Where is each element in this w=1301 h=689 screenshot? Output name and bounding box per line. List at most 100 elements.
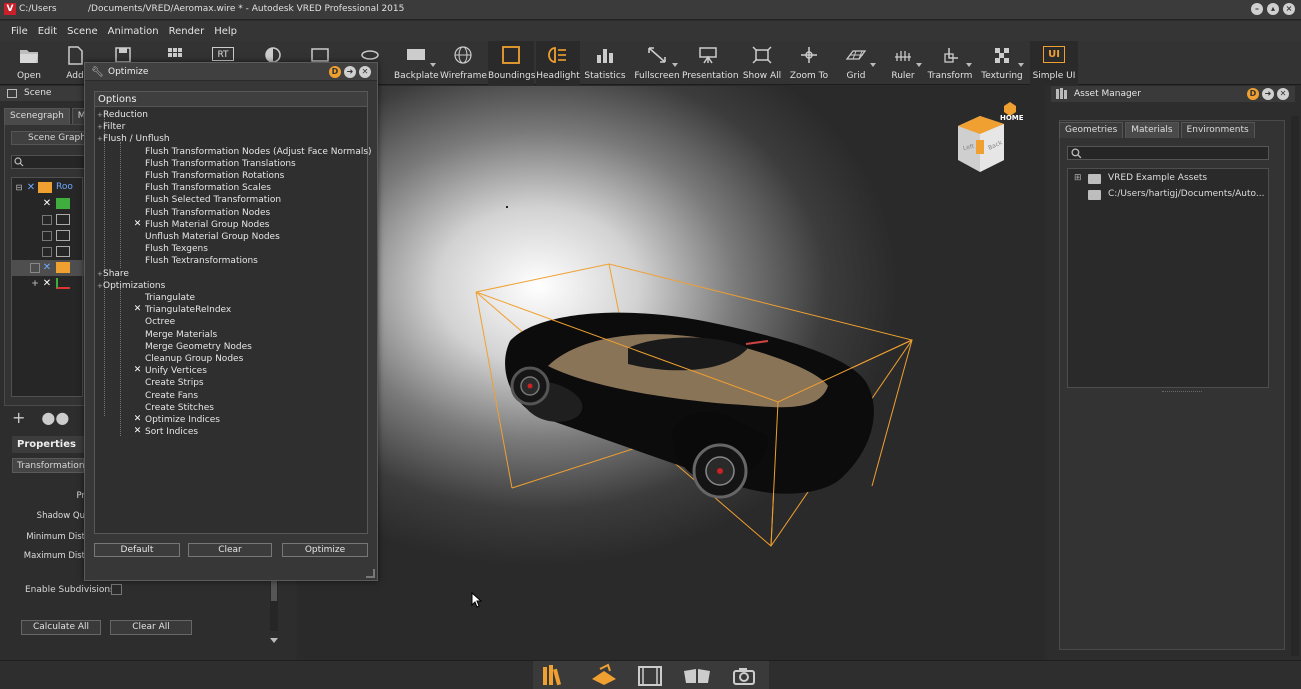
group-share[interactable]: + Share [97,268,129,280]
texturing-button[interactable]: Texturing [978,41,1026,85]
statistics-button[interactable]: Statistics [582,41,628,85]
enable-subdivisions-checkbox[interactable] [111,584,122,595]
menu-file[interactable]: File [6,21,33,41]
expand-icon[interactable]: + [97,268,103,280]
dock-button[interactable]: D [329,66,341,78]
option-item[interactable]: Flush Transformation Nodes (Adjust Face … [145,146,372,158]
default-button[interactable]: Default [94,543,180,557]
backplate-button[interactable]: Backplate [394,41,439,85]
tree-row[interactable]: + ✕ [12,276,84,292]
checked-x-icon[interactable]: ✕ [133,366,142,375]
option-item[interactable]: Flush Texgens [145,243,208,255]
link-node-icon[interactable]: ●● [41,408,69,427]
ruler-button[interactable]: Ruler [882,41,924,85]
clear-all-button[interactable]: Clear All [110,620,192,635]
option-item[interactable]: ✕ Sort Indices [134,426,198,438]
navigation-cube[interactable]: HOME Left Back [950,100,1024,176]
asset-search-input[interactable] [1067,146,1269,160]
option-item[interactable]: Create Stitches [145,402,214,414]
tree-row[interactable] [12,228,84,244]
option-item[interactable]: Flush Textransformations [145,255,258,267]
tab-environments[interactable]: Environments [1180,122,1255,138]
dock-button[interactable]: D [1247,88,1259,100]
scrollbar-thumb[interactable] [271,579,277,601]
maximize-button[interactable]: ▴ [1267,3,1279,15]
option-item[interactable]: Flush Transformation Scales [145,182,271,194]
expand-icon[interactable]: + [30,279,40,289]
unchecked-box[interactable] [133,244,142,253]
expand-icon[interactable] [30,263,40,273]
unchecked-box[interactable] [133,317,142,326]
menu-scene[interactable]: Scene [62,21,103,41]
option-item[interactable]: Triangulate [145,292,195,304]
menu-edit[interactable]: Edit [33,21,62,41]
visibility-x-icon[interactable]: ✕ [26,183,36,193]
option-item[interactable]: Merge Materials [145,329,217,341]
close-button[interactable]: × [1283,3,1295,15]
dock-item-camera[interactable] [721,661,768,689]
panel-close-button[interactable]: ✕ [1277,88,1289,100]
option-item[interactable]: Flush Transformation Rotations [145,170,284,182]
expand-icon[interactable]: + [97,121,103,133]
menu-animation[interactable]: Animation [103,21,164,41]
grid-button[interactable]: Grid [834,41,878,85]
scene-search-input[interactable] [11,155,85,169]
expand-icon[interactable]: + [97,133,103,145]
float-button[interactable]: ➜ [344,66,356,78]
unchecked-box[interactable] [133,293,142,302]
option-item[interactable]: ✕ Flush Material Group Nodes [134,219,270,231]
option-item[interactable]: Unflush Material Group Nodes [145,231,280,243]
menu-render[interactable]: Render [164,21,210,41]
scroll-down-icon[interactable] [270,638,278,643]
add-node-icon[interactable]: + [12,408,25,427]
unchecked-box[interactable] [133,403,142,412]
visibility-x-icon[interactable]: ✕ [42,199,52,209]
unchecked-box[interactable] [133,183,142,192]
group-reduction[interactable]: + Reduction [97,109,148,121]
expand-icon[interactable]: + [97,280,103,292]
option-item[interactable]: Flush Transformation Translations [145,158,296,170]
zoom-to-button[interactable]: Zoom To [786,41,832,85]
option-item[interactable]: ✕ TriangulateReIndex [134,304,232,316]
boundings-button[interactable]: Boundings [488,41,535,85]
tree-row-root[interactable]: ⊟ ✕ Roo [12,180,84,196]
minimize-button[interactable]: – [1251,3,1263,15]
show-all-button[interactable]: Show All [740,41,784,85]
unchecked-box[interactable] [133,354,142,363]
option-item[interactable]: Flush Transformation Nodes [145,207,270,219]
dock-item-film[interactable] [627,661,674,689]
optimize-title-bar[interactable]: 🔧︎ Optimize D ➜ ✕ [85,63,377,81]
checked-x-icon[interactable]: ✕ [133,305,142,314]
dock-item-cards[interactable] [674,661,721,689]
grid-dropdown-icon[interactable] [870,63,876,67]
optimize-button[interactable]: Optimize [282,543,368,557]
headlight-button[interactable]: Headlight [536,41,580,85]
unchecked-box[interactable] [133,159,142,168]
option-item[interactable]: Create Fans [145,390,198,402]
dock-item-render[interactable] [580,661,627,689]
tab-scenegraph[interactable]: Scenegraph [4,108,70,124]
checked-x-icon[interactable]: ✕ [133,219,142,229]
visibility-checkbox[interactable] [42,215,52,225]
unchecked-box[interactable] [133,232,142,241]
unchecked-box[interactable] [133,330,142,339]
texturing-dropdown-icon[interactable] [1018,63,1024,67]
unchecked-box[interactable] [133,147,142,156]
option-item[interactable]: ✕ Unify Vertices [134,365,207,377]
render-viewport[interactable]: HOME Left Back [298,86,1044,660]
option-item[interactable]: Flush Selected Transformation [145,194,281,206]
checked-x-icon[interactable]: ✕ [133,415,142,424]
group-flush-unflush[interactable]: + Flush / Unflush [97,133,170,145]
unchecked-box[interactable] [133,256,142,265]
home-label[interactable]: HOME [1000,114,1024,122]
unchecked-box[interactable] [133,391,142,400]
fullscreen-dropdown-icon[interactable] [672,63,678,67]
tree-row-selected[interactable]: ✕ [12,260,84,276]
tab-geometries[interactable]: Geometries [1059,122,1124,138]
open-button[interactable]: Open [8,41,50,85]
group-optimizations[interactable]: + Optimizations [97,280,165,292]
option-item[interactable]: Octree [145,316,175,328]
checked-x-icon[interactable]: ✕ [133,427,142,436]
tree-row[interactable]: ✕ [12,196,84,212]
collapse-icon[interactable]: ⊟ [14,183,24,193]
